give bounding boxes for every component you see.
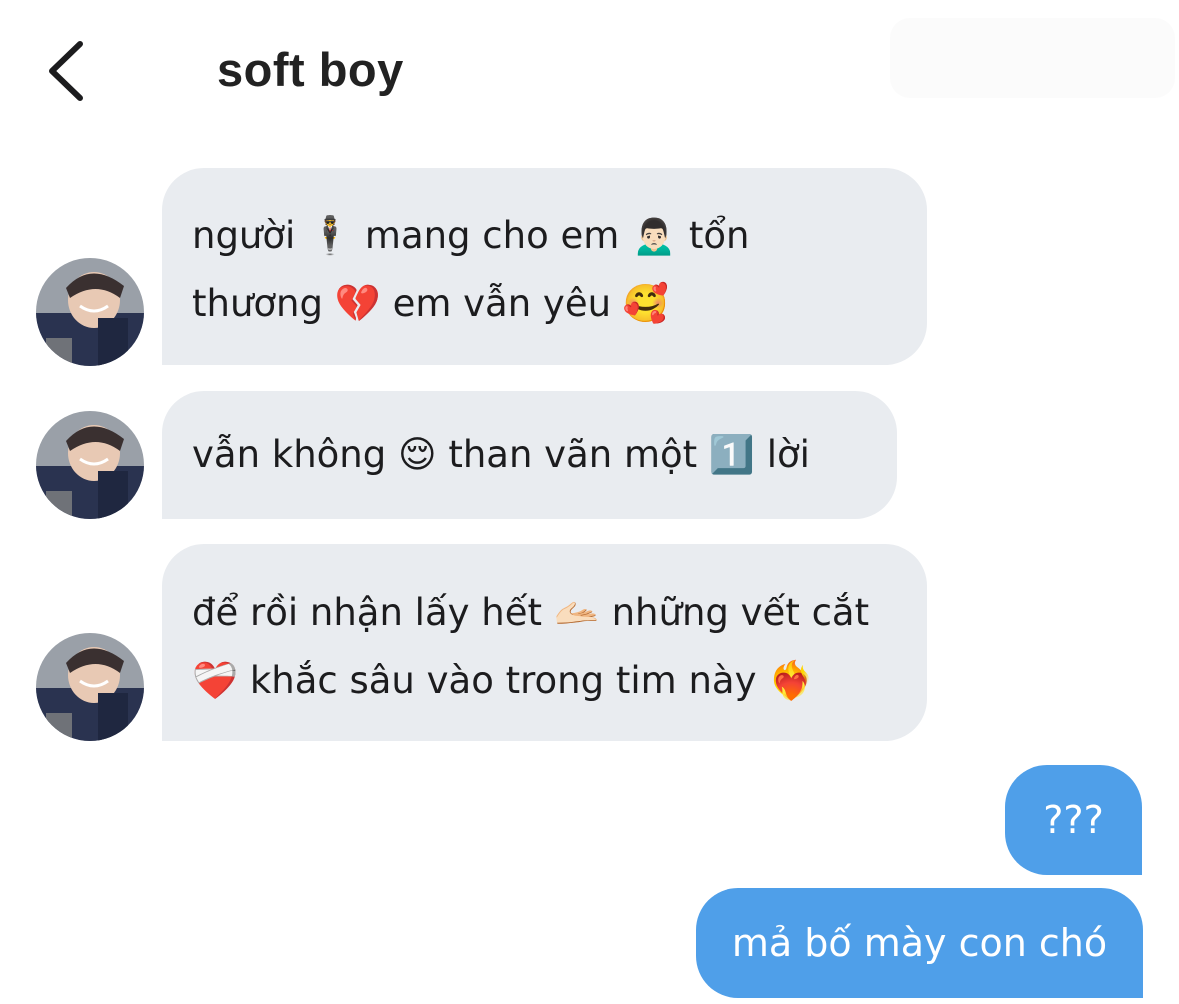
message-line: ❤️‍🩹 khắc sâu vào trong tim này ❤️‍🔥 — [192, 659, 815, 702]
outgoing-message[interactable]: mả bố mày con chó — [696, 888, 1143, 998]
incoming-message[interactable]: vẫn không 😌 than vãn một 1️⃣ lời — [162, 391, 897, 519]
blurred-area — [890, 18, 1175, 98]
incoming-message[interactable]: người 🕴 mang cho em 🙍🏻‍♂️ tổn thương 💔 e… — [162, 168, 927, 365]
chat-header: soft boy — [0, 0, 1179, 140]
avatar[interactable] — [36, 633, 144, 741]
outgoing-message[interactable]: ??? — [1005, 765, 1142, 875]
message-line: người 🕴 mang cho em 🙍🏻‍♂️ tổn — [192, 214, 750, 257]
message-text: ??? — [1043, 798, 1104, 842]
avatar[interactable] — [36, 411, 144, 519]
avatar[interactable] — [36, 258, 144, 366]
message-text: mả bố mày con chó — [731, 921, 1108, 965]
chevron-left-icon — [49, 41, 83, 101]
back-button[interactable] — [40, 36, 100, 106]
message-line: vẫn không 😌 than vãn một 1️⃣ lời — [192, 433, 810, 476]
incoming-message[interactable]: để rồi nhận lấy hết 🫴🏻 những vết cắt ❤️‍… — [162, 544, 927, 741]
message-line: thương 💔 em vẫn yêu 🥰 — [192, 282, 669, 325]
message-line: để rồi nhận lấy hết 🫴🏻 những vết cắt — [192, 591, 870, 634]
chat-title: soft boy — [217, 43, 404, 96]
